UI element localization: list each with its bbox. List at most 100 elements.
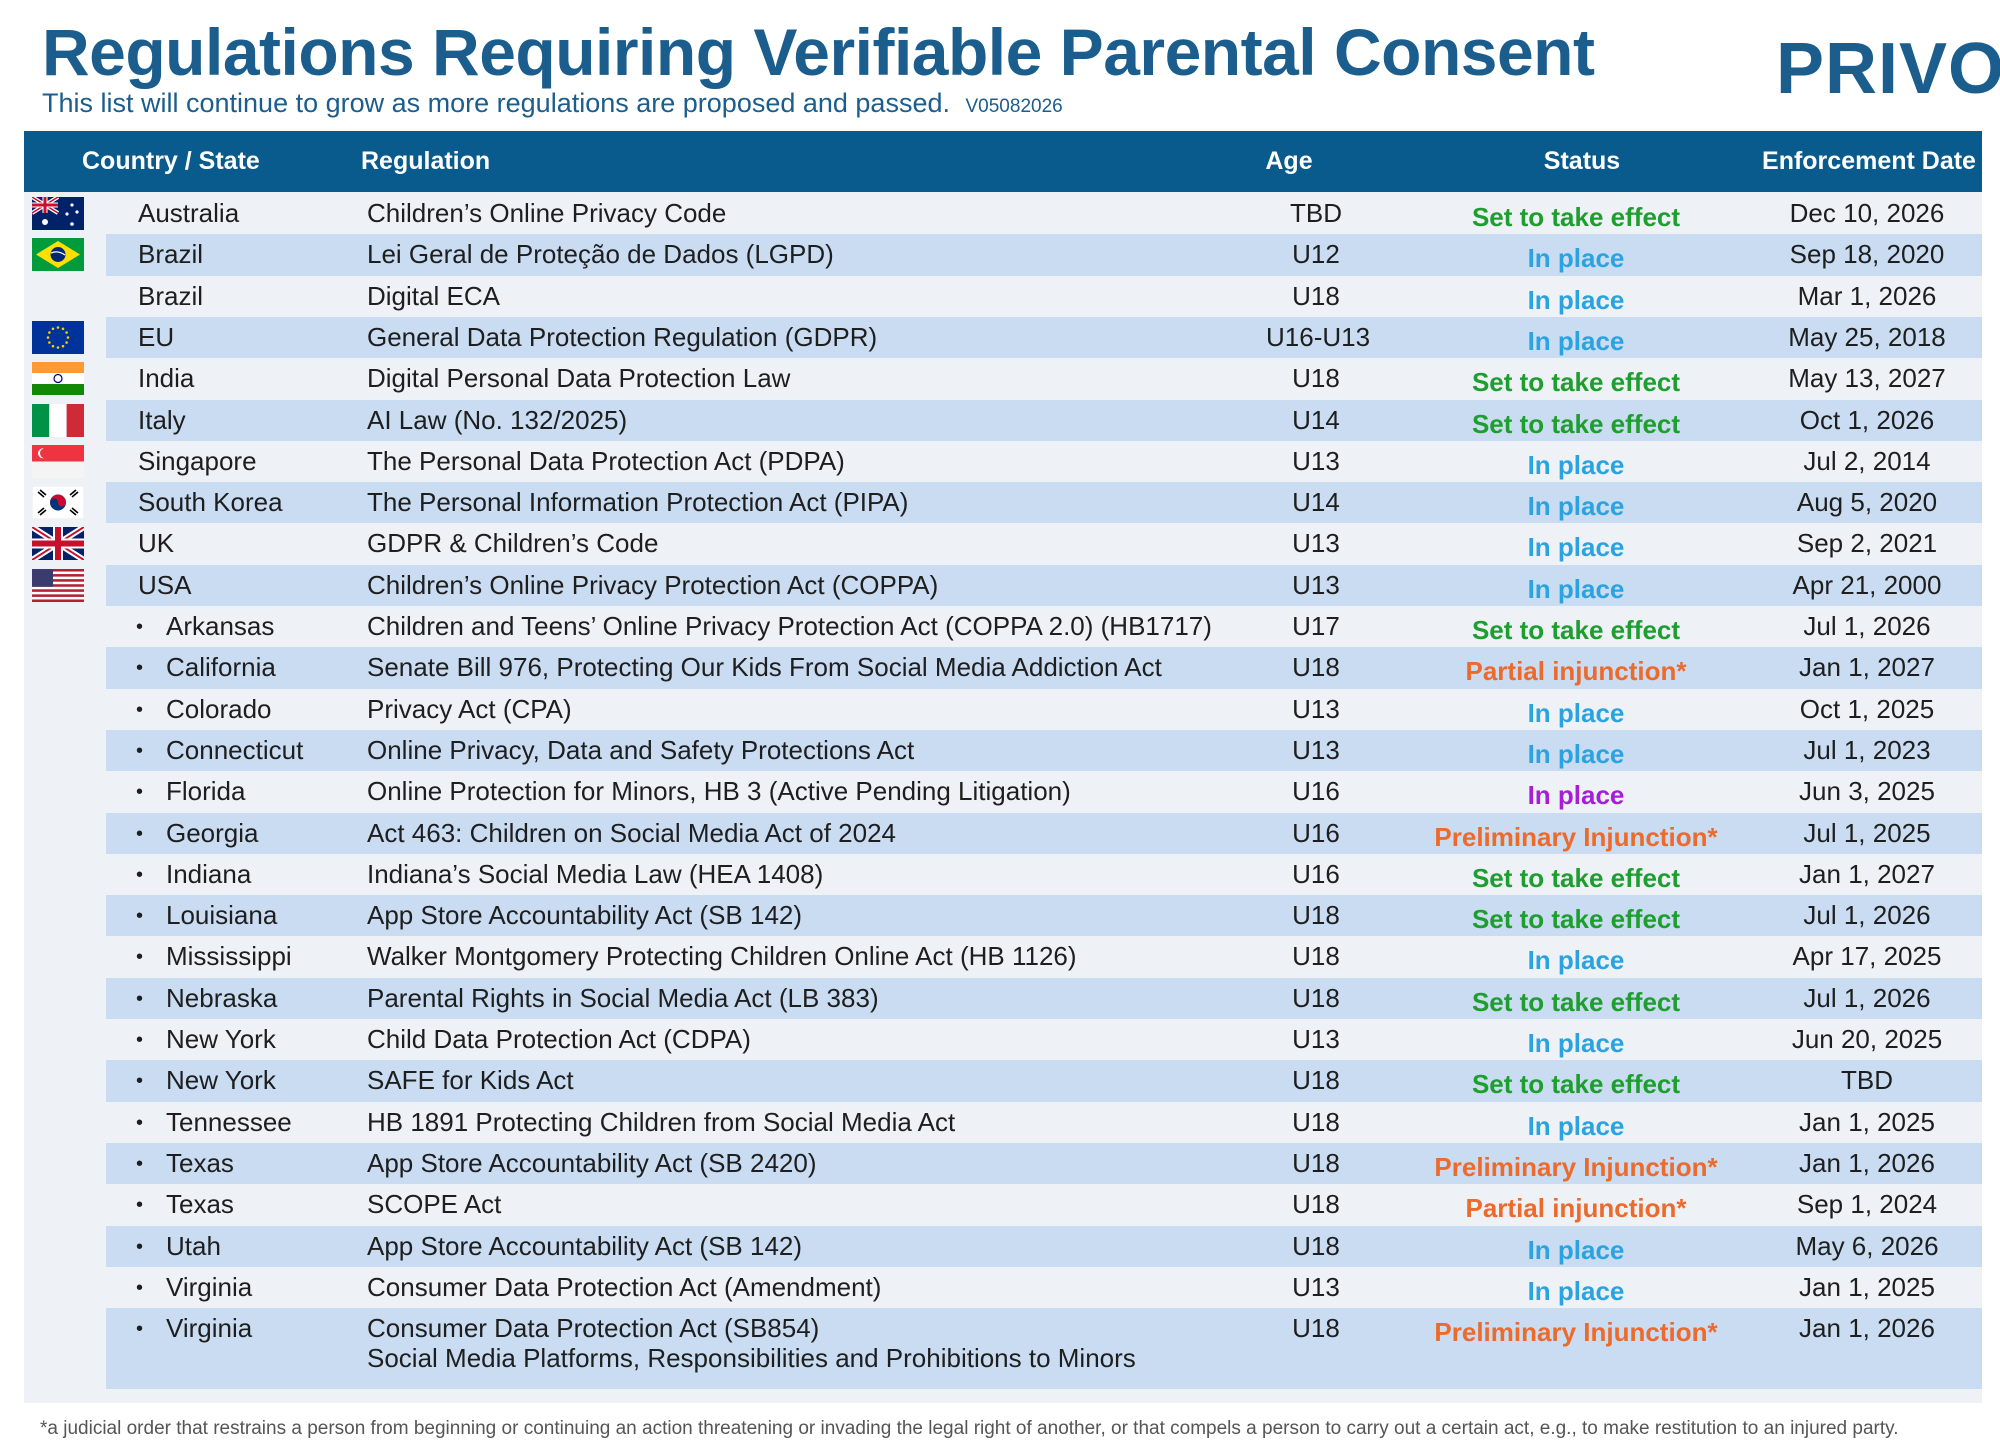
row-status: Set to take effect [1471, 1069, 1681, 1100]
row-enforcement-date: Oct 1, 2026 [1799, 404, 1935, 435]
regulation-name: Walker Montgomery Protecting Children On… [367, 941, 1077, 972]
bullet-icon: • [136, 1152, 144, 1175]
row-enforcement-date: Jul 1, 2023 [1803, 734, 1931, 765]
table-row: • Florida Online Protection for Minors, HB… [106, 771, 1982, 812]
table-row: • Virginia Consumer Data Protection Act (S… [106, 1308, 1982, 1390]
country-name: Virginia [166, 1271, 253, 1302]
row-enforcement-date: Jan 1, 2027 [1799, 858, 1935, 889]
row-country: • Texas [136, 1184, 234, 1225]
table-row: • Texas App Store Accountability Act (SB 2… [106, 1142, 1982, 1185]
table-row: • Connecticut Online Privacy, Data and Saf… [106, 729, 1982, 772]
bullet-icon: • [136, 905, 144, 928]
italy-flag-icon [32, 403, 84, 437]
row-country: • Utah [136, 1226, 221, 1267]
row-age: U16 [1292, 858, 1340, 889]
row-regulation: SCOPE Act [367, 1184, 501, 1225]
row-regulation: SAFE for Kids Act [367, 1060, 574, 1101]
row-age: U18 [1292, 280, 1340, 311]
table-row: Australia Children’s Online Privacy Code T… [106, 193, 1982, 234]
row-age: U12 [1292, 239, 1340, 270]
row-age: U13 [1292, 734, 1340, 765]
country-name: Texas [166, 1147, 234, 1178]
country-name: Italy [138, 404, 186, 435]
row-regulation: Digital Personal Data Protection Law [367, 358, 790, 399]
row-enforcement-date: Sep 18, 2020 [1789, 239, 1945, 270]
regulations-table: Country / State Regulation Age Status En… [24, 131, 1982, 1403]
regulation-name: Child Data Protection Act (CDPA) [367, 1024, 751, 1054]
row-regulation: Walker Montgomery Protecting Children On… [367, 936, 1077, 977]
row-status: In place [1527, 532, 1625, 563]
country-name: USA [138, 569, 192, 600]
country-name: Florida [166, 776, 246, 807]
row-status: Set to take effect [1471, 367, 1681, 398]
row-enforcement-date: Jul 1, 2025 [1803, 817, 1931, 848]
regulation-name: Digital ECA [367, 280, 500, 311]
regulation-name: AI Law (No. 132/2025) [367, 404, 628, 435]
row-age: U18 [1292, 1147, 1340, 1178]
country-name: New York [166, 1065, 276, 1096]
row-age: U18 [1292, 1189, 1340, 1220]
table-row: • Tennessee HB 1891 Protecting Children fr… [106, 1102, 1982, 1143]
row-country: Brazil [138, 234, 203, 275]
row-enforcement-date: Sep 2, 2021 [1796, 528, 1938, 559]
column-header-country: Country / State [82, 147, 260, 175]
row-country: UK [138, 523, 174, 564]
row-regulation: Parental Rights in Social Media Act (LB … [367, 978, 879, 1019]
row-regulation: The Personal Data Protection Act (PDPA) [367, 441, 845, 482]
country-name: Nebraska [166, 982, 278, 1013]
row-enforcement-date: Oct 1, 2025 [1799, 693, 1935, 724]
country-name: Indiana [166, 858, 252, 889]
row-country: • Tennessee [136, 1102, 292, 1143]
row-age: U18 [1292, 982, 1340, 1013]
row-regulation: AI Law (No. 132/2025) [367, 400, 627, 441]
regulation-name: Act 463: Children on Social Media Act of… [367, 817, 896, 848]
row-status: Partial injunction* [1465, 1193, 1687, 1224]
row-age: U18 [1292, 652, 1340, 683]
table-row: • Louisiana App Store Accountability Act (… [106, 895, 1982, 937]
row-country: Italy [138, 400, 186, 441]
row-country: Australia [138, 193, 239, 234]
row-age: U13 [1292, 445, 1340, 476]
row-age: U18 [1292, 1230, 1340, 1261]
row-regulation: App Store Accountability Act (SB 2420) [367, 1143, 816, 1184]
row-status: In place [1527, 1275, 1625, 1306]
australia-flag-icon [32, 197, 84, 230]
row-enforcement-date: Jan 1, 2027 [1799, 652, 1935, 683]
country-name: New York [166, 1024, 276, 1054]
row-enforcement-date: May 13, 2027 [1788, 363, 1946, 394]
country-name: Australia [138, 198, 240, 228]
bullet-icon: • [136, 739, 144, 762]
row-age: U13 [1292, 1024, 1340, 1054]
row-regulation: Indiana’s Social Media Law (HEA 1408) [367, 854, 823, 895]
row-regulation: Consumer Data Protection Act (SB854) Soci… [367, 1308, 1136, 1373]
row-country: • Indiana [136, 854, 251, 895]
bullet-icon: • [136, 1070, 144, 1093]
regulation-subtitle: Social Media Platforms, Responsibilities… [367, 1343, 1136, 1374]
row-status: Preliminary Injunction* [1434, 1317, 1718, 1348]
row-regulation: Lei Geral de Proteção de Dados (LGPD) [367, 234, 834, 275]
row-age: U13 [1292, 693, 1340, 724]
column-header-enforcement-date: Enforcement Date [1762, 147, 1976, 175]
table-row: UK GDPR & Children’s Code U13 In place Sep 2… [106, 523, 1982, 564]
row-country: USA [138, 565, 191, 606]
table-row: • Utah App Store Accountability Act (SB 14… [106, 1225, 1982, 1267]
row-status: Set to take effect [1471, 615, 1681, 645]
row-age: U18 [1292, 941, 1340, 972]
bullet-icon: • [136, 1235, 144, 1258]
row-regulation: Privacy Act (CPA) [367, 689, 572, 730]
row-status: Set to take effect [1471, 986, 1681, 1017]
bullet-icon: • [136, 1111, 144, 1134]
row-age: U16-U13 [1266, 321, 1371, 352]
country-name: Louisiana [166, 900, 278, 931]
uk-flag-icon [32, 527, 84, 561]
country-name: EU [138, 321, 175, 352]
bullet-icon: • [136, 698, 144, 721]
country-name: South Korea [138, 487, 283, 518]
row-country: • Louisiana [136, 895, 277, 936]
row-enforcement-date: Apr 17, 2025 [1792, 941, 1942, 972]
regulation-name: App Store Accountability Act (SB 142) [367, 900, 803, 931]
row-enforcement-date: May 6, 2026 [1795, 1230, 1939, 1261]
row-regulation: Consumer Data Protection Act (Amendment) [367, 1267, 881, 1308]
regulation-name: Online Protection for Minors, HB 3 (Acti… [367, 776, 1071, 807]
row-status: Set to take effect [1471, 862, 1681, 893]
